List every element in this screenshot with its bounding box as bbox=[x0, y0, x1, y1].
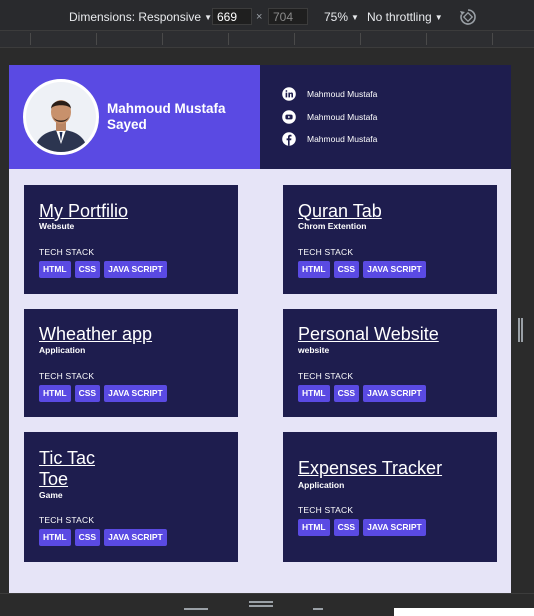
project-title-link[interactable]: Personal Website bbox=[298, 324, 439, 345]
resize-grip[interactable] bbox=[184, 608, 208, 610]
device-toolbar: Dimensions: Responsive ▼ 669 × 704 75% ▼ N… bbox=[0, 0, 534, 30]
tech-stack-label: TECH STACK bbox=[39, 371, 95, 381]
project-type: Application bbox=[39, 345, 86, 355]
tech-stack-label: TECH STACK bbox=[298, 505, 354, 515]
tech-tag: JAVA SCRIPT bbox=[104, 529, 167, 546]
profile-header: Mahmoud Mustafa Sayed bbox=[9, 65, 511, 169]
tech-stack-label: TECH STACK bbox=[298, 247, 354, 257]
youtube-icon bbox=[282, 110, 296, 124]
caret-down-icon: ▼ bbox=[204, 13, 212, 22]
project-type: Application bbox=[298, 480, 345, 490]
dimensions-label: Dimensions: Responsive bbox=[69, 10, 202, 24]
resize-grip[interactable] bbox=[249, 601, 273, 603]
tech-tag: HTML bbox=[298, 519, 330, 536]
tech-tag: HTML bbox=[39, 529, 71, 546]
project-type: Websute bbox=[39, 221, 75, 231]
resize-grip[interactable] bbox=[249, 605, 273, 607]
project-card: My Portfilio Websute TECH STACK HTML CSS… bbox=[24, 185, 238, 294]
tech-tags: HTML CSS JAVA SCRIPT bbox=[39, 385, 167, 402]
tech-tag: HTML bbox=[39, 261, 71, 278]
dimensions-dropdown[interactable]: Dimensions: Responsive ▼ bbox=[69, 10, 212, 24]
project-title-link[interactable]: Wheather app bbox=[39, 324, 152, 345]
page-viewport: Mahmoud Mustafa Sayed Mahmoud Mustafa Ma… bbox=[9, 65, 511, 593]
project-type: website bbox=[298, 345, 330, 355]
tech-tag: JAVA SCRIPT bbox=[104, 261, 167, 278]
project-card: Tic Tac Toe Game TECH STACK HTML CSS JAV… bbox=[24, 432, 238, 562]
rotate-icon[interactable] bbox=[459, 8, 477, 26]
panel-corner bbox=[394, 608, 534, 616]
corner-resize-grip[interactable] bbox=[313, 608, 323, 610]
tech-tag: HTML bbox=[298, 385, 330, 402]
linkedin-icon bbox=[282, 87, 296, 101]
project-title-link[interactable]: Expenses Tracker bbox=[298, 458, 442, 479]
project-title-link[interactable]: Tic Tac Toe bbox=[39, 448, 119, 490]
tech-stack-label: TECH STACK bbox=[39, 515, 95, 525]
social-label: Mahmoud Mustafa bbox=[307, 134, 378, 144]
tech-tag: CSS bbox=[333, 261, 360, 278]
media-query-ruler bbox=[0, 30, 534, 48]
dimension-separator: × bbox=[256, 11, 263, 23]
caret-down-icon: ▼ bbox=[351, 13, 359, 22]
profile-panel: Mahmoud Mustafa Sayed bbox=[9, 65, 260, 169]
throttling-label: No throttling bbox=[367, 10, 432, 24]
social-link-linkedin[interactable]: Mahmoud Mustafa bbox=[282, 87, 377, 101]
tech-tag: HTML bbox=[39, 385, 71, 402]
tech-tags: HTML CSS JAVA SCRIPT bbox=[298, 385, 426, 402]
social-link-facebook[interactable]: Mahmoud Mustafa bbox=[282, 132, 377, 146]
facebook-icon bbox=[282, 132, 296, 146]
tech-stack-label: TECH STACK bbox=[39, 247, 95, 257]
tech-tag: CSS bbox=[333, 385, 360, 402]
zoom-label: 75% bbox=[324, 10, 349, 24]
project-card: Wheather app Application TECH STACK HTML… bbox=[24, 309, 238, 417]
tech-tag: JAVA SCRIPT bbox=[363, 261, 426, 278]
tech-tags: HTML CSS JAVA SCRIPT bbox=[39, 529, 167, 546]
throttling-dropdown[interactable]: No throttling ▼ bbox=[367, 10, 443, 24]
project-card: Expenses Tracker Application TECH STACK … bbox=[283, 432, 497, 562]
tech-tag: JAVA SCRIPT bbox=[363, 519, 426, 536]
project-title-link[interactable]: Quran Tab bbox=[298, 201, 382, 222]
tech-tag: CSS bbox=[333, 519, 360, 536]
tech-tags: HTML CSS JAVA SCRIPT bbox=[39, 261, 167, 278]
social-label: Mahmoud Mustafa bbox=[307, 89, 378, 99]
social-label: Mahmoud Mustafa bbox=[307, 112, 378, 122]
tech-tag: JAVA SCRIPT bbox=[363, 385, 426, 402]
profile-name: Mahmoud Mustafa Sayed bbox=[107, 101, 226, 132]
width-input[interactable]: 669 bbox=[212, 8, 252, 25]
zoom-dropdown[interactable]: 75% ▼ bbox=[324, 10, 359, 24]
project-card: Quran Tab Chrom Extention TECH STACK HTM… bbox=[283, 185, 497, 294]
tech-tags: HTML CSS JAVA SCRIPT bbox=[298, 519, 426, 536]
tech-tags: HTML CSS JAVA SCRIPT bbox=[298, 261, 426, 278]
project-title-link[interactable]: My Portfilio bbox=[39, 201, 128, 222]
height-input[interactable]: 704 bbox=[268, 8, 308, 25]
avatar bbox=[23, 79, 99, 155]
tech-tag: CSS bbox=[74, 529, 101, 546]
tech-tag: HTML bbox=[298, 261, 330, 278]
project-card: Personal Website website TECH STACK HTML… bbox=[283, 309, 497, 417]
social-link-youtube[interactable]: Mahmoud Mustafa bbox=[282, 110, 377, 124]
avatar-photo bbox=[26, 82, 96, 152]
caret-down-icon: ▼ bbox=[434, 13, 443, 22]
tech-tag: CSS bbox=[74, 385, 101, 402]
project-type: Chrom Extention bbox=[298, 221, 367, 231]
tech-tag: CSS bbox=[74, 261, 101, 278]
tech-tag: JAVA SCRIPT bbox=[104, 385, 167, 402]
width-resize-handle[interactable] bbox=[518, 318, 523, 342]
project-type: Game bbox=[39, 490, 63, 500]
tech-stack-label: TECH STACK bbox=[298, 371, 354, 381]
